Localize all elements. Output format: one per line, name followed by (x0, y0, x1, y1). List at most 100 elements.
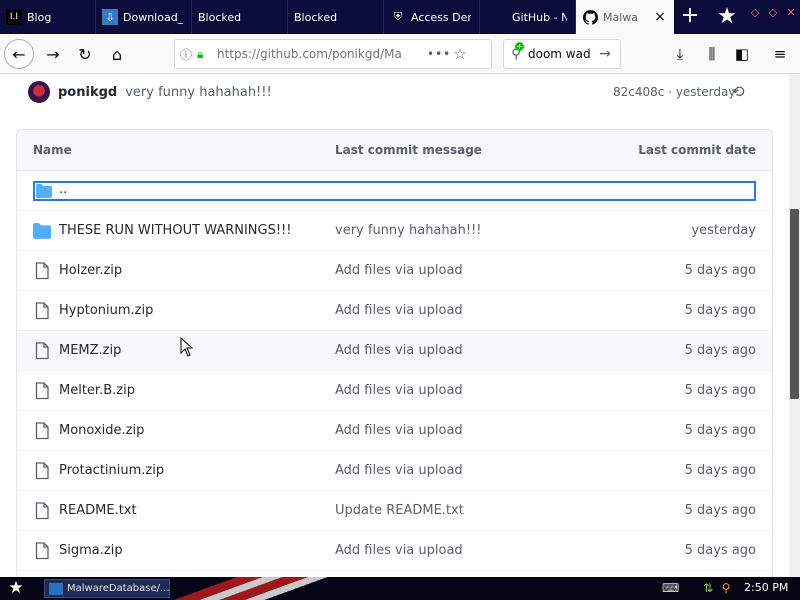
file-name[interactable]: MEMZ.zip (59, 343, 121, 358)
commit-message[interactable]: Add files via upload (335, 423, 463, 438)
table-row[interactable]: Sigma.zip Add files via upload 5 days ag… (17, 531, 772, 571)
close-window-icon[interactable]: ✕ (784, 6, 798, 20)
file-icon (35, 462, 49, 480)
lock-icon[interactable]: 🔒︎ (197, 47, 213, 62)
tab-blocked-1[interactable]: Blocked (192, 0, 288, 34)
commit-message[interactable]: Add files via upload (335, 543, 463, 558)
tab-blocked-2[interactable]: Blocked (288, 0, 384, 34)
bookmark-star-icon[interactable]: ☆ (449, 45, 471, 63)
tab-malware-active[interactable]: Malwa × (576, 0, 674, 34)
parent-directory-label[interactable]: .. (59, 182, 67, 197)
commit-date: 5 days ago (684, 343, 756, 358)
table-row[interactable]: Monoxide.zip Add files via upload 5 days… (17, 411, 772, 451)
add-engine-icon: + (515, 41, 524, 51)
parent-directory-link[interactable]: .. (33, 181, 756, 201)
back-button[interactable]: ← (4, 39, 34, 69)
file-name[interactable]: Holzer.zip (59, 263, 122, 278)
parent-directory-row[interactable]: .. (17, 171, 772, 211)
commit-date: 5 days ago (684, 463, 756, 478)
file-name[interactable]: Protactinium.zip (59, 463, 164, 478)
forward-button[interactable]: → (38, 39, 68, 69)
commit-message[interactable]: Add files via upload (335, 383, 463, 398)
keyboard-icon[interactable]: ⌨ (662, 580, 679, 596)
taskbar-flag-decoration (140, 577, 400, 600)
search-go-icon[interactable]: → (594, 46, 616, 62)
browser-window-icon (49, 582, 63, 595)
network-icon[interactable]: ⇅ (700, 580, 716, 596)
file-name[interactable]: Sigma.zip (59, 543, 123, 558)
header-last-commit-date: Last commit date (638, 143, 756, 157)
latest-commit-bar: ponikgd very funny hahahah!!! 82c408c · … (28, 80, 768, 104)
tab-download[interactable]: ⇩ Download_ (96, 0, 192, 34)
file-table: Name Last commit message Last commit dat… (16, 129, 773, 589)
tab-strip: I.I Blog ⇩ Download_ Blocked Blocked ⛨ A… (0, 0, 800, 34)
file-icon (35, 262, 49, 280)
search-input[interactable]: doom wad (528, 47, 594, 61)
url-text[interactable]: https://github.com/ponikgd/Ma (217, 47, 427, 61)
table-row[interactable]: THESE RUN WITHOUT WARNINGS!!! very funny… (17, 211, 772, 251)
taskbar-window-button[interactable]: MalwareDatabase/... (44, 579, 170, 598)
menu-button[interactable]: ≡ (766, 39, 794, 69)
table-row[interactable]: README.txt Update README.txt 5 days ago (17, 491, 772, 531)
commit-message[interactable]: Add files via upload (335, 263, 463, 278)
minimize-icon[interactable]: ◇ (748, 6, 762, 20)
start-button[interactable]: ★ (4, 578, 28, 599)
library-button[interactable]: ⫼ (698, 39, 726, 69)
commit-message[interactable]: very funny hahahah!!! (125, 85, 271, 100)
scrollbar-thumb[interactable] (790, 209, 799, 399)
clock: 2:50 PM (744, 581, 789, 594)
close-tab-icon[interactable]: × (652, 9, 668, 25)
arrow-right-icon: → (46, 44, 60, 64)
page-scrollbar[interactable] (789, 74, 800, 577)
downloads-button[interactable]: ⤓ (666, 39, 694, 69)
file-name[interactable]: README.txt (59, 503, 137, 518)
blog-favicon-icon: I.I (6, 9, 22, 25)
commit-sha-time[interactable]: 82c408c · yesterday (613, 85, 735, 99)
file-icon (35, 302, 49, 320)
tab-blog[interactable]: I.I Blog (0, 0, 96, 34)
file-name[interactable]: Hyptonium.zip (59, 303, 153, 318)
table-row[interactable]: MEMZ.zip Add files via upload 5 days ago (17, 331, 772, 371)
tab-github-ns[interactable]: GitHub - NS (480, 0, 576, 34)
commit-message[interactable]: very funny hahahah!!! (335, 223, 481, 238)
reload-icon: ↻ (78, 44, 92, 64)
header-last-commit-message: Last commit message (335, 143, 482, 157)
commit-date: 5 days ago (684, 303, 756, 318)
file-icon (35, 342, 49, 360)
file-name[interactable]: THESE RUN WITHOUT WARNINGS!!! (59, 223, 291, 238)
reload-button[interactable]: ↻ (70, 39, 100, 69)
commit-message[interactable]: Add files via upload (335, 343, 463, 358)
table-row[interactable]: Hyptonium.zip Add files via upload 5 day… (17, 291, 772, 331)
commit-message[interactable]: Add files via upload (335, 303, 463, 318)
download-arrow-icon: ⤓ (676, 45, 684, 63)
commit-message[interactable]: Update README.txt (335, 503, 464, 518)
commit-message[interactable]: Add files via upload (335, 463, 463, 478)
home-button[interactable]: ⌂ (102, 39, 132, 69)
commit-author[interactable]: ponikgd (58, 85, 117, 100)
maximize-icon[interactable]: ◇ (766, 6, 780, 20)
info-icon[interactable]: ⓘ (175, 46, 197, 63)
page-actions-button[interactable]: ••• (427, 47, 450, 61)
history-icon[interactable]: ⟲ (728, 82, 748, 102)
commit-date: 5 days ago (684, 503, 756, 518)
search-bar[interactable]: ⚲ + doom wad → (503, 39, 621, 69)
avatar[interactable] (28, 81, 50, 103)
sidebar-icon: ◧ (734, 45, 750, 63)
new-tab-button[interactable]: + (674, 0, 706, 34)
file-icon (35, 502, 49, 520)
shield-favicon-icon: ⛨ (393, 10, 403, 23)
file-name[interactable]: Melter.B.zip (59, 383, 135, 398)
commit-date: 5 days ago (684, 543, 756, 558)
table-row[interactable]: Holzer.zip Add files via upload 5 days a… (17, 251, 772, 291)
table-row[interactable]: Melter.B.zip Add files via upload 5 days… (17, 371, 772, 411)
table-row[interactable]: Protactinium.zip Add files via upload 5 … (17, 451, 772, 491)
hamburger-icon: ≡ (773, 45, 787, 63)
address-bar[interactable]: ⓘ 🔒︎ https://github.com/ponikgd/Ma ••• ☆ (174, 39, 492, 69)
file-name[interactable]: Monoxide.zip (59, 423, 144, 438)
tray-search-icon[interactable]: ⚲ (718, 580, 734, 596)
folder-icon (36, 184, 52, 198)
tab-access-denied[interactable]: ⛨ Access Der (384, 0, 480, 34)
sidebar-button[interactable]: ◧ (728, 39, 756, 69)
folder-icon (33, 223, 51, 239)
star-icon[interactable]: ★ (712, 2, 742, 32)
